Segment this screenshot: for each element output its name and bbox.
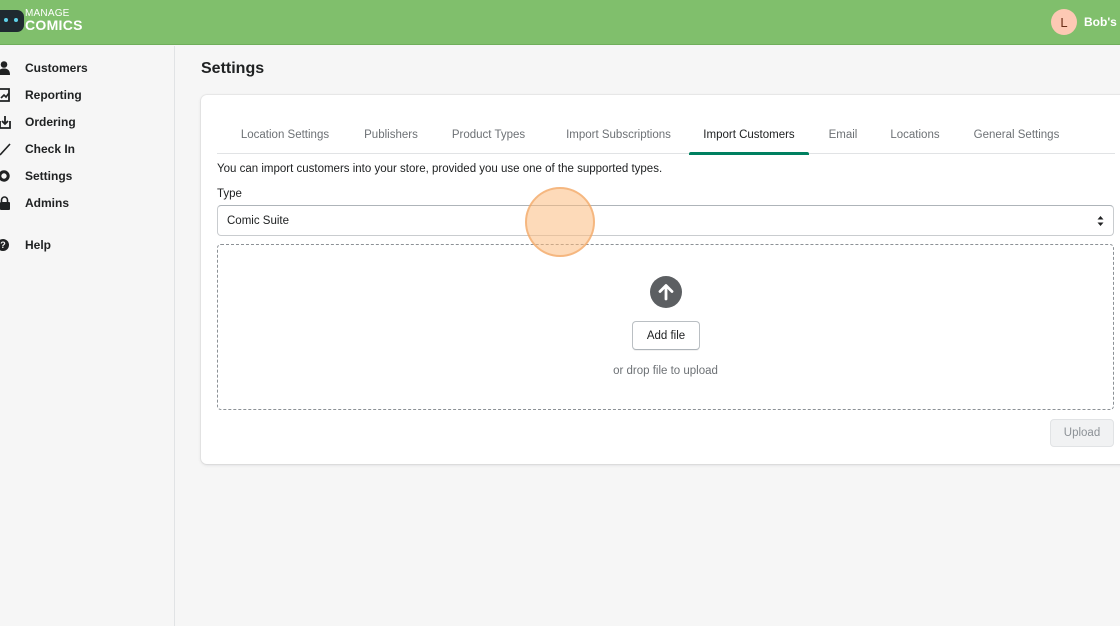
tab-publishers[interactable]: Publishers [353,115,429,154]
tab-general-settings[interactable]: General Settings [953,115,1080,154]
sidebar-item-reporting[interactable]: Reporting [0,84,82,106]
upload-button[interactable]: Upload [1050,419,1114,447]
sidebar-item-label: Customers [25,61,88,75]
sidebar: Customers Reporting Ordering Check In Se… [0,46,175,626]
manage-comics-logo[interactable]: MANAGE COMICS [0,9,83,32]
svg-text:?: ? [0,240,6,250]
lock-icon [0,195,14,211]
drop-hint: or drop file to upload [613,365,718,377]
gear-icon [0,168,14,184]
user-menu[interactable]: L Bob's I [1051,9,1120,35]
sidebar-item-label: Reporting [25,88,82,102]
import-description: You can import customers into your store… [217,163,663,175]
select-arrows-icon [1097,216,1104,226]
sidebar-item-label: Help [25,238,52,252]
sidebar-item-ordering[interactable]: Ordering [0,111,76,133]
tab-product-types[interactable]: Product Types [429,115,548,154]
type-select-value: Comic Suite [227,214,289,227]
page-title: Settings [201,60,265,77]
top-bar: MANAGE COMICS L Bob's I [0,0,1120,45]
type-select[interactable]: Comic Suite [217,205,1114,236]
settings-card: Location Settings Publishers Product Typ… [201,95,1120,464]
download-icon [0,114,14,130]
person-icon [0,60,14,76]
sidebar-item-label: Ordering [25,115,76,129]
avatar: L [1051,9,1077,35]
tab-import-subscriptions[interactable]: Import Subscriptions [548,115,689,154]
sidebar-item-check-in[interactable]: Check In [0,138,75,160]
add-file-button[interactable]: Add file [632,321,700,350]
tab-location-settings[interactable]: Location Settings [217,115,353,154]
sidebar-item-settings[interactable]: Settings [0,165,72,187]
user-name: Bob's I [1084,15,1120,29]
sidebar-item-label: Admins [25,196,70,210]
type-label: Type [217,188,242,200]
logo-text-bottom: COMICS [25,17,83,33]
sidebar-item-label: Check In [25,142,76,156]
tab-locations[interactable]: Locations [877,115,953,154]
checkmark-icon [0,141,14,157]
sidebar-item-help[interactable]: ? Help [0,234,51,256]
tab-email[interactable]: Email [809,115,877,154]
sidebar-item-label: Settings [25,169,73,183]
tab-import-customers[interactable]: Import Customers [689,115,809,155]
settings-tabs: Location Settings Publishers Product Typ… [217,115,1115,155]
sidebar-item-admins[interactable]: Admins [0,192,69,214]
sidebar-item-customers[interactable]: Customers [0,57,88,79]
file-dropzone[interactable]: Add file or drop file to upload [217,244,1114,410]
logo-face-icon [0,9,24,32]
report-icon [0,87,14,103]
upload-arrow-icon [650,276,682,308]
question-icon: ? [0,237,14,253]
